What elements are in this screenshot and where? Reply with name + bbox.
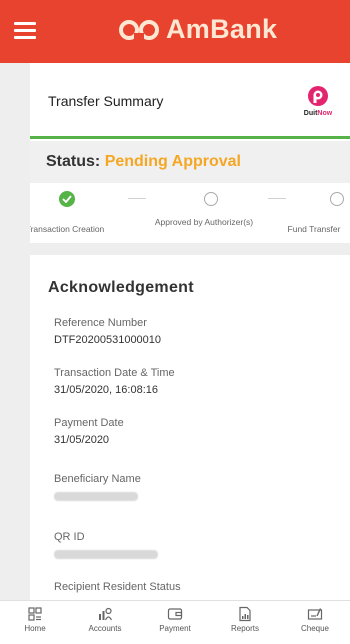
transaction-date-time-value: 31/05/2020, 16:08:16 <box>54 384 158 396</box>
status-badge: Pending Approval <box>104 153 241 170</box>
step-pending-circle-icon <box>330 192 344 206</box>
step-label-approved-by: Approved by Authorizer(s) <box>154 217 254 227</box>
home-icon <box>28 607 42 621</box>
app-header: AmBank <box>0 0 350 63</box>
ambank-mark-icon <box>119 19 159 40</box>
cheque-icon <box>307 608 323 620</box>
field-beneficiary-name: Beneficiary Name <box>54 471 141 507</box>
step-label-transaction-creation: Transaction Creation <box>30 224 105 234</box>
step-connector <box>128 198 146 199</box>
qr-id-redacted <box>54 550 158 559</box>
tab-reports[interactable]: Reports <box>210 601 280 644</box>
page-title: Transfer Summary <box>48 93 164 109</box>
duitnow-icon <box>308 86 328 106</box>
field-recipient-resident-status: Recipient Resident Status <box>54 581 181 593</box>
tab-label-payment: Payment <box>159 624 191 633</box>
duitnow-logo: DuitNow <box>298 85 338 117</box>
tab-home[interactable]: Home <box>0 601 70 644</box>
step-done-check-icon <box>59 191 75 207</box>
payment-date-value: 31/05/2020 <box>54 434 110 446</box>
hamburger-menu-icon[interactable] <box>14 22 36 40</box>
tab-accounts[interactable]: Accounts <box>70 601 140 644</box>
payment-icon <box>167 608 183 620</box>
status-text: Status: Pending Approval <box>46 153 241 171</box>
field-qr-id: QR ID <box>54 529 158 565</box>
accounts-icon <box>99 607 113 621</box>
ambank-logo: AmBank <box>118 14 277 45</box>
transfer-summary-card: Transfer Summary DuitNow Status: Pending… <box>30 63 350 600</box>
duitnow-wordmark: DuitNow <box>303 110 333 117</box>
beneficiary-name-redacted <box>54 492 138 501</box>
status-label: Status: <box>46 153 101 170</box>
field-transaction-date-time: Transaction Date & Time 31/05/2020, 16:0… <box>54 365 175 399</box>
brand-name: AmBank <box>166 14 278 44</box>
step-pending-circle-icon <box>204 192 218 206</box>
transfer-summary-header: Transfer Summary DuitNow <box>30 63 350 139</box>
tab-label-accounts: Accounts <box>88 624 122 633</box>
field-payment-date: Payment Date 31/05/2020 <box>54 415 124 449</box>
tab-label-home: Home <box>24 624 46 633</box>
field-reference-number: Reference Number DTF20200531000010 <box>54 315 161 349</box>
step-label-fund-transfer: Fund Transfer <box>287 224 341 234</box>
tab-label-reports: Reports <box>230 624 259 633</box>
tab-cheque[interactable]: Cheque <box>280 601 350 644</box>
section-divider <box>30 243 350 255</box>
progress-stepper: Transaction Creation Approved by Authori… <box>30 183 350 243</box>
bottom-tab-bar: Home Accounts Payment Reports Cheque <box>0 600 350 644</box>
status-bar: Status: Pending Approval <box>30 141 350 183</box>
reference-number-value: DTF20200531000010 <box>54 334 162 346</box>
tab-payment[interactable]: Payment <box>140 601 210 644</box>
reports-icon <box>239 606 251 622</box>
acknowledgement-title: Acknowledgement <box>48 279 194 296</box>
tab-label-cheque: Cheque <box>300 624 330 633</box>
step-connector <box>268 198 286 199</box>
